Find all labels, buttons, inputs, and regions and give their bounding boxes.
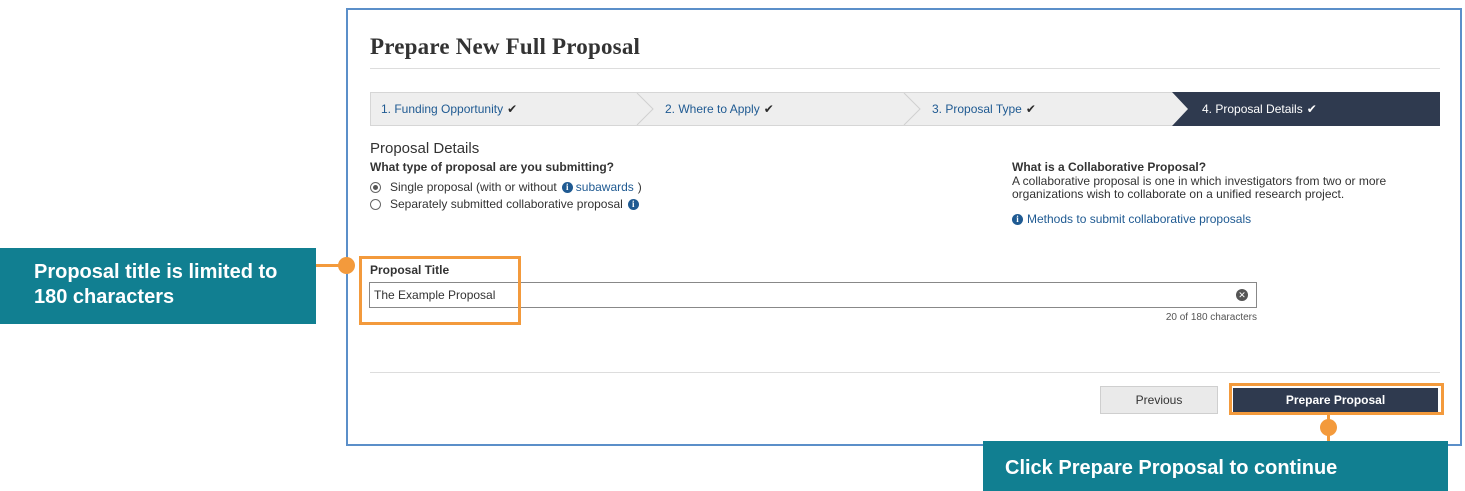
step-proposal-details[interactable]: 4. Proposal Details ✔: [1172, 92, 1440, 126]
checkmark-icon: ✔: [1025, 102, 1036, 116]
collaborative-description: A collaborative proposal is one in which…: [1012, 174, 1387, 201]
proposal-window: Prepare New Full Proposal 1. Funding Opp…: [346, 8, 1462, 446]
checkmark-icon: ✔: [507, 102, 518, 116]
option-label: Separately submitted collaborative propo…: [390, 197, 623, 211]
previous-button[interactable]: Previous: [1100, 386, 1218, 414]
info-icon: i: [1012, 213, 1023, 225]
clear-input-icon[interactable]: ✕: [1236, 289, 1248, 301]
prepare-hint-callout: Click Prepare Proposal to continue: [983, 441, 1448, 491]
option-label: Single proposal (with or without: [390, 180, 557, 194]
title-limit-callout: Proposal title is limited to 180 charact…: [0, 248, 316, 324]
step-funding-opportunity[interactable]: 1. Funding Opportunity ✔: [381, 93, 517, 125]
checkmark-icon: ✔: [1306, 102, 1317, 116]
title-highlight-box: [359, 256, 521, 325]
step-label: 4. Proposal Details: [1202, 102, 1303, 116]
character-count: 20 of 180 characters: [1165, 312, 1257, 323]
radio-selected[interactable]: [370, 181, 381, 193]
page-title: Prepare New Full Proposal: [370, 34, 641, 59]
collaborative-heading: What is a Collaborative Proposal?: [1012, 160, 1207, 174]
radio-unselected[interactable]: [370, 198, 381, 210]
step-separator-icon: [903, 93, 921, 125]
step-label: 2. Where to Apply: [665, 102, 760, 116]
info-icon[interactable]: i: [627, 198, 639, 210]
proposal-type-question: What type of proposal are you submitting…: [370, 160, 615, 174]
info-icon: i: [561, 181, 573, 193]
wizard-stepper: 1. Funding Opportunity ✔ 2. Where to Appl…: [370, 92, 1440, 126]
option-label-end: ): [637, 180, 642, 194]
callout-dot: [338, 257, 355, 274]
link-label[interactable]: Methods to submit collaborative proposal…: [1027, 212, 1251, 226]
footer-divider: [370, 372, 1440, 373]
step-label: 3. Proposal Type: [932, 102, 1022, 116]
step-proposal-type[interactable]: 3. Proposal Type ✔: [932, 93, 1036, 125]
option-collaborative-proposal[interactable]: Separately submitted collaborative propo…: [370, 197, 642, 211]
step-label: 1. Funding Opportunity: [381, 102, 504, 116]
step-separator-icon: [636, 93, 654, 125]
title-divider: [370, 68, 1440, 69]
option-single-proposal[interactable]: Single proposal (with or without i subaw…: [370, 180, 642, 194]
checkmark-icon: ✔: [763, 102, 774, 116]
callout-dot: [1320, 419, 1337, 436]
step-where-to-apply[interactable]: 2. Where to Apply ✔: [665, 93, 774, 125]
subawards-link[interactable]: subawards: [576, 180, 634, 194]
button-highlight-box: [1229, 383, 1444, 415]
collaborative-methods-link[interactable]: i Methods to submit collaborative propos…: [1012, 212, 1251, 226]
section-heading: Proposal Details: [370, 140, 480, 157]
